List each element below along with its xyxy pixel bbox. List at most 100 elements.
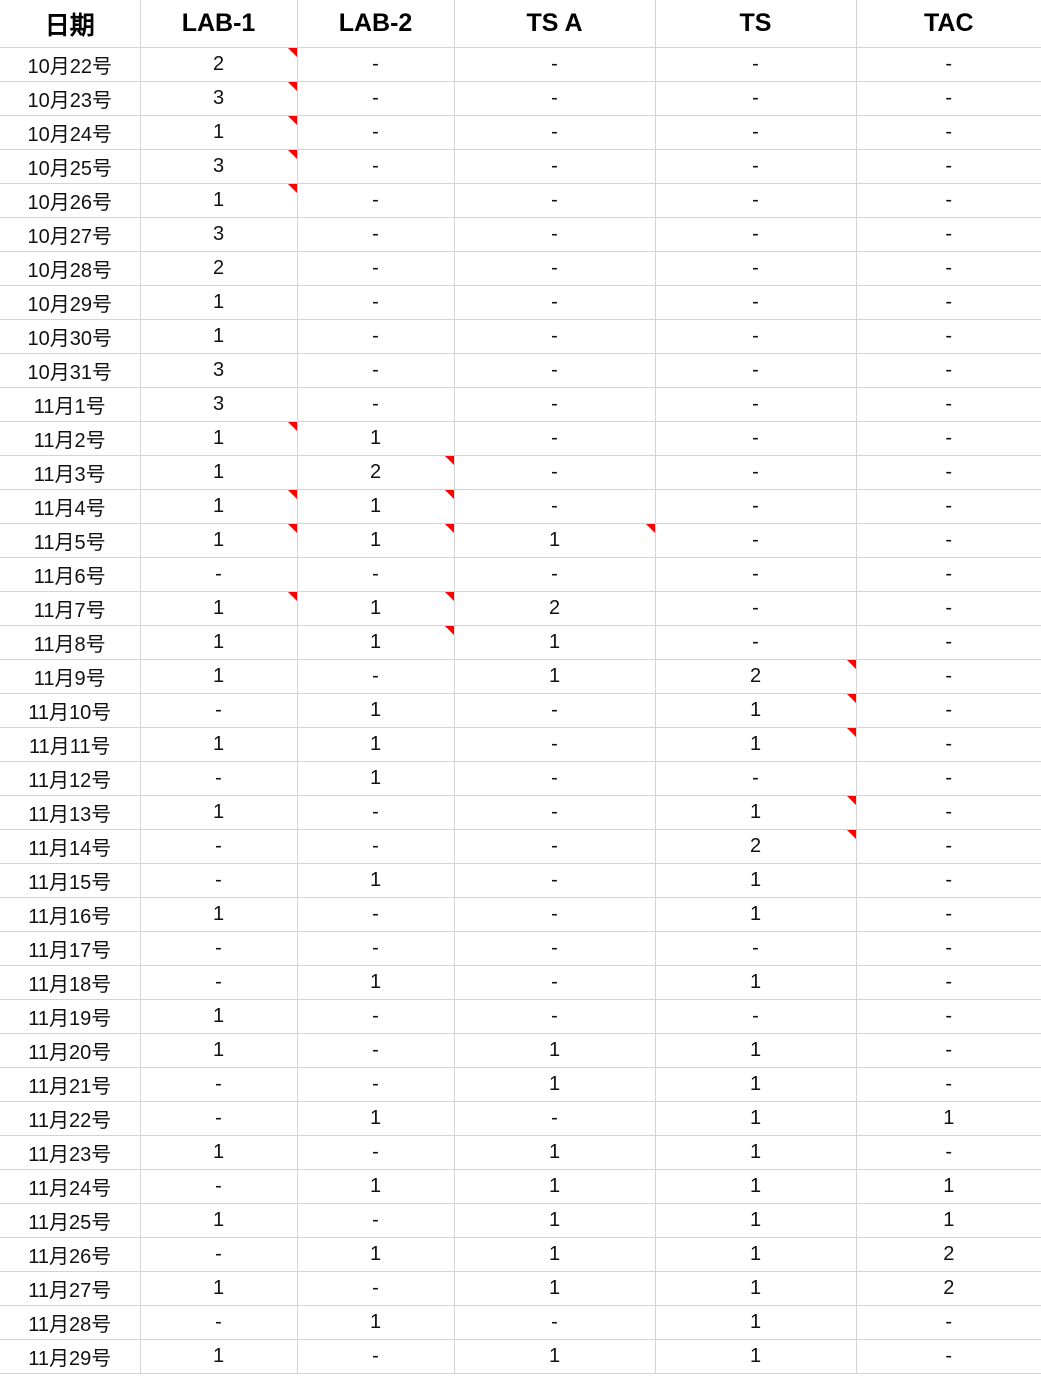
cell-tac[interactable]: - (856, 47, 1041, 82)
cell-lab-1[interactable]: 1 (140, 659, 298, 694)
header-tac[interactable]: TAC (856, 0, 1041, 48)
cell-ts[interactable]: - (655, 999, 857, 1034)
cell-ts[interactable]: 1 (655, 1101, 857, 1136)
cell-lab-1[interactable]: - (140, 965, 298, 1000)
cell-ts-a[interactable]: - (454, 353, 656, 388)
cell-lab-1[interactable]: - (140, 829, 298, 864)
cell-ts-a[interactable]: 1 (454, 1271, 656, 1306)
cell-lab-1[interactable]: 1 (140, 1339, 298, 1374)
date-cell[interactable]: 11月11号 (0, 727, 141, 762)
cell-lab-1[interactable]: 3 (140, 81, 298, 116)
cell-ts[interactable]: - (655, 625, 857, 660)
cell-tac[interactable]: - (856, 1339, 1041, 1374)
cell-ts-a[interactable]: 1 (454, 1135, 656, 1170)
cell-lab-2[interactable]: 1 (297, 1169, 455, 1204)
comment-indicator-icon[interactable] (287, 116, 297, 125)
header-ts-a[interactable]: TS A (454, 0, 656, 48)
cell-lab-2[interactable]: 1 (297, 1237, 455, 1272)
cell-ts[interactable]: - (655, 489, 857, 524)
date-cell[interactable]: 11月10号 (0, 693, 141, 728)
date-cell[interactable]: 11月22号 (0, 1101, 141, 1136)
comment-indicator-icon[interactable] (846, 728, 856, 737)
cell-lab-1[interactable]: 3 (140, 353, 298, 388)
cell-ts-a[interactable]: - (454, 149, 656, 184)
date-cell[interactable]: 11月18号 (0, 965, 141, 1000)
cell-lab-2[interactable]: - (297, 387, 455, 422)
cell-ts[interactable]: - (655, 81, 857, 116)
cell-lab-2[interactable]: - (297, 217, 455, 252)
cell-ts[interactable]: - (655, 557, 857, 592)
cell-tac[interactable]: - (856, 455, 1041, 490)
cell-lab-2[interactable]: - (297, 251, 455, 286)
header-lab-2[interactable]: LAB-2 (297, 0, 455, 48)
cell-ts-a[interactable]: - (454, 285, 656, 320)
cell-lab-2[interactable]: - (297, 149, 455, 184)
cell-lab-1[interactable]: 2 (140, 251, 298, 286)
cell-ts[interactable]: - (655, 455, 857, 490)
cell-lab-2[interactable]: 1 (297, 727, 455, 762)
cell-lab-1[interactable]: 1 (140, 523, 298, 558)
cell-lab-2[interactable]: - (297, 115, 455, 150)
cell-lab-1[interactable]: 1 (140, 999, 298, 1034)
date-cell[interactable]: 10月27号 (0, 217, 141, 252)
cell-lab-1[interactable]: 3 (140, 217, 298, 252)
cell-lab-1[interactable]: 1 (140, 1271, 298, 1306)
cell-ts-a[interactable]: - (454, 557, 656, 592)
cell-ts-a[interactable]: - (454, 251, 656, 286)
cell-tac[interactable]: - (856, 659, 1041, 694)
cell-ts-a[interactable]: - (454, 319, 656, 354)
date-cell[interactable]: 10月25号 (0, 149, 141, 184)
cell-ts[interactable]: - (655, 251, 857, 286)
comment-indicator-icon[interactable] (444, 456, 454, 465)
cell-lab-2[interactable]: 1 (297, 965, 455, 1000)
cell-ts[interactable]: 1 (655, 1169, 857, 1204)
cell-ts[interactable]: 1 (655, 1135, 857, 1170)
comment-indicator-icon[interactable] (444, 592, 454, 601)
cell-ts-a[interactable]: 2 (454, 591, 656, 626)
cell-lab-1[interactable]: - (140, 1169, 298, 1204)
cell-tac[interactable]: - (856, 489, 1041, 524)
cell-lab-1[interactable]: 1 (140, 183, 298, 218)
cell-tac[interactable]: 1 (856, 1203, 1041, 1238)
cell-lab-2[interactable]: - (297, 47, 455, 82)
date-cell[interactable]: 11月12号 (0, 761, 141, 796)
cell-lab-1[interactable]: - (140, 557, 298, 592)
cell-ts-a[interactable]: 1 (454, 1339, 656, 1374)
cell-ts-a[interactable]: - (454, 183, 656, 218)
cell-tac[interactable]: - (856, 931, 1041, 966)
cell-lab-1[interactable]: 1 (140, 455, 298, 490)
cell-ts-a[interactable]: 1 (454, 1033, 656, 1068)
cell-lab-1[interactable]: 3 (140, 387, 298, 422)
cell-lab-2[interactable]: - (297, 1203, 455, 1238)
date-cell[interactable]: 10月29号 (0, 285, 141, 320)
header-lab-1[interactable]: LAB-1 (140, 0, 298, 48)
cell-lab-2[interactable]: 1 (297, 693, 455, 728)
cell-ts-a[interactable]: - (454, 693, 656, 728)
comment-indicator-icon[interactable] (287, 184, 297, 193)
comment-indicator-icon[interactable] (645, 524, 655, 533)
cell-ts-a[interactable]: 1 (454, 1237, 656, 1272)
cell-lab-2[interactable]: 1 (297, 1305, 455, 1340)
cell-tac[interactable]: - (856, 523, 1041, 558)
cell-lab-2[interactable]: - (297, 353, 455, 388)
cell-ts-a[interactable]: 1 (454, 659, 656, 694)
cell-tac[interactable]: - (856, 217, 1041, 252)
date-cell[interactable]: 11月25号 (0, 1203, 141, 1238)
cell-lab-1[interactable]: - (140, 1305, 298, 1340)
cell-ts[interactable]: 1 (655, 795, 857, 830)
date-cell[interactable]: 11月6号 (0, 557, 141, 592)
cell-lab-1[interactable]: - (140, 693, 298, 728)
date-cell[interactable]: 11月9号 (0, 659, 141, 694)
cell-ts-a[interactable]: - (454, 795, 656, 830)
cell-tac[interactable]: - (856, 251, 1041, 286)
cell-ts-a[interactable]: - (454, 421, 656, 456)
comment-indicator-icon[interactable] (287, 150, 297, 159)
cell-lab-2[interactable]: - (297, 81, 455, 116)
cell-lab-2[interactable]: - (297, 557, 455, 592)
header-date[interactable]: 日期 (0, 0, 141, 48)
cell-ts[interactable]: 1 (655, 693, 857, 728)
cell-tac[interactable]: - (856, 421, 1041, 456)
cell-lab-1[interactable]: 1 (140, 625, 298, 660)
cell-lab-2[interactable]: 1 (297, 863, 455, 898)
comment-indicator-icon[interactable] (287, 490, 297, 499)
